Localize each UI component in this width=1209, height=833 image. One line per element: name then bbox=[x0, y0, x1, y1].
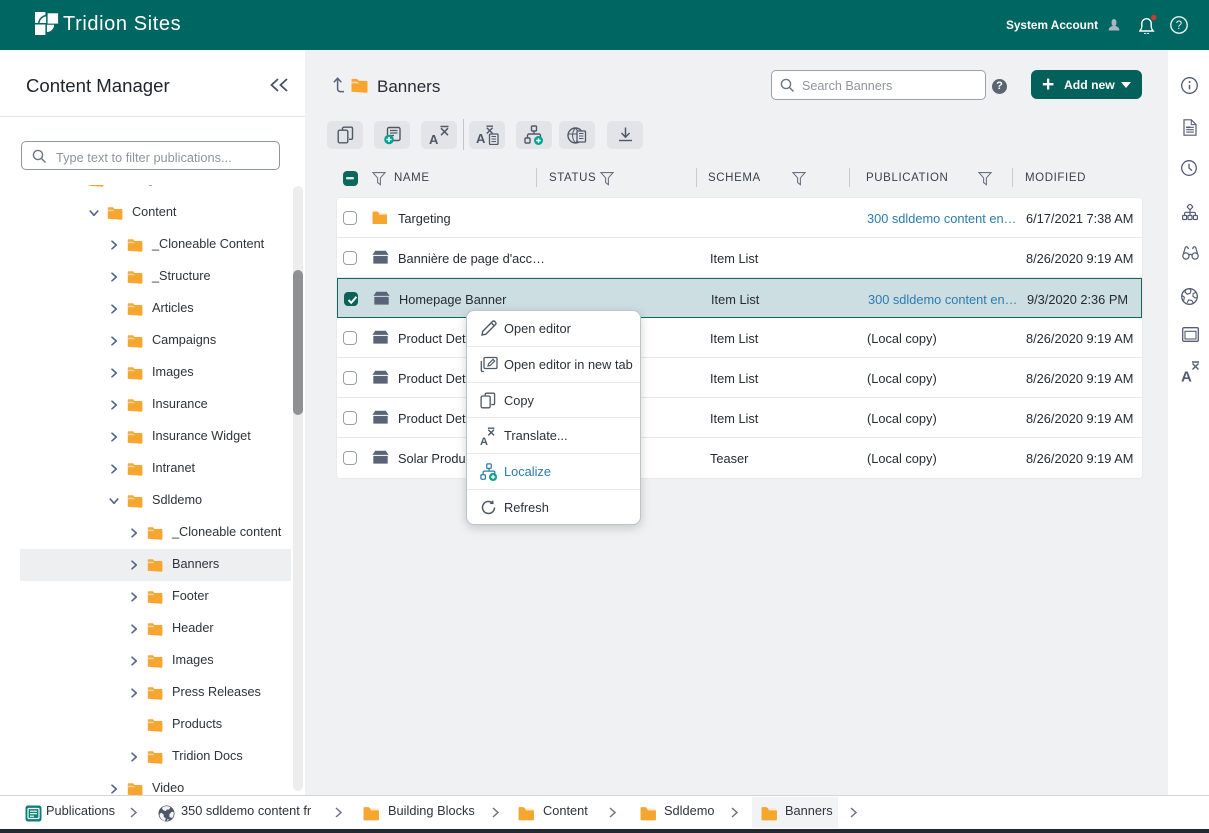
svg-text:A: A bbox=[480, 436, 488, 446]
svg-text:A: A bbox=[476, 131, 486, 145]
svg-text:A: A bbox=[1181, 369, 1192, 383]
svg-text:A: A bbox=[429, 132, 439, 145]
svg-text:?: ? bbox=[1176, 20, 1182, 32]
